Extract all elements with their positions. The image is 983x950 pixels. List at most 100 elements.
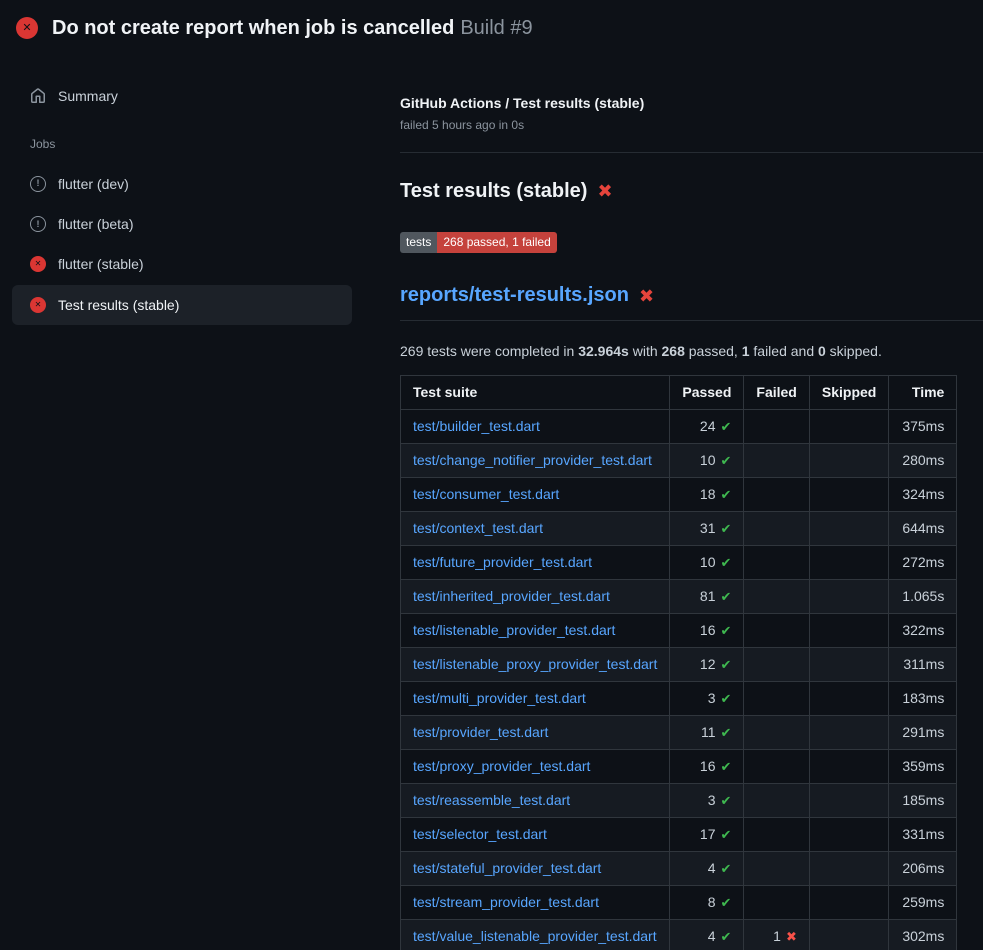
build-header: ✕ Do not create report when job is cance… [0, 0, 983, 56]
tests-badge: tests 268 passed, 1 failed [400, 232, 557, 254]
failed-cell [744, 749, 809, 783]
test-suite-link[interactable]: test/selector_test.dart [413, 826, 547, 842]
failed-cell [744, 613, 809, 647]
skipped-cell [809, 919, 888, 950]
passed-cell: 10 ✔ [670, 443, 744, 477]
test-suite-link[interactable]: test/listenable_proxy_provider_test.dart [413, 656, 657, 672]
time-cell: 185ms [889, 783, 957, 817]
check-icon: ✔ [721, 725, 732, 740]
test-suite-link[interactable]: test/inherited_provider_test.dart [413, 588, 610, 604]
breadcrumb: GitHub Actions / Test results (stable) [400, 93, 983, 113]
passed-count: 11 [701, 724, 716, 740]
test-suite-link[interactable]: test/multi_provider_test.dart [413, 690, 586, 706]
passed-count: 3 [708, 690, 716, 706]
test-suite-link[interactable]: test/consumer_test.dart [413, 486, 559, 502]
summary-text: 0 [818, 343, 826, 359]
table-row: test/stream_provider_test.dart8✔259ms [401, 885, 957, 919]
passed-cell: 3✔ [670, 681, 744, 715]
passed-cell: 4✔ [670, 919, 744, 950]
jobs-list: !flutter (dev)!flutter (beta)✕flutter (s… [12, 164, 352, 325]
skipped-cell [809, 885, 888, 919]
test-suite-link[interactable]: test/value_listenable_provider_test.dart [413, 928, 657, 944]
check-icon: ✔ [721, 521, 732, 536]
test-suite-link[interactable]: test/change_notifier_provider_test.dart [413, 452, 652, 468]
summary-text: 1 [742, 343, 750, 359]
column-header-skipped: Skipped [809, 375, 888, 409]
check-icon: ✔ [721, 759, 732, 774]
suite-cell: test/stream_provider_test.dart [401, 885, 670, 919]
skipped-cell [809, 477, 888, 511]
failed-cell [744, 443, 809, 477]
passed-count: 12 [700, 656, 716, 672]
test-suite-link[interactable]: test/provider_test.dart [413, 724, 548, 740]
check-icon: ✔ [721, 691, 732, 706]
suite-cell: test/listenable_proxy_provider_test.dart [401, 647, 670, 681]
passed-cell: 3✔ [670, 783, 744, 817]
skipped-cell [809, 511, 888, 545]
badge-label: tests [400, 232, 437, 254]
table-row: test/builder_test.dart24✔375ms [401, 409, 957, 443]
time-cell: 331ms [889, 817, 957, 851]
failed-cell [744, 579, 809, 613]
check-icon: ✔ [721, 555, 732, 570]
failed-x-icon: ✖ [639, 287, 654, 305]
time-cell: 375ms [889, 409, 957, 443]
home-icon [30, 88, 46, 104]
failed-cell [744, 647, 809, 681]
skipped-cell [809, 443, 888, 477]
failed-cell [744, 477, 809, 511]
skipped-cell [809, 681, 888, 715]
test-suite-link[interactable]: test/stream_provider_test.dart [413, 894, 599, 910]
failed-cell [744, 545, 809, 579]
skipped-cell [809, 817, 888, 851]
test-suite-link[interactable]: test/future_provider_test.dart [413, 554, 592, 570]
test-suite-link[interactable]: test/stateful_provider_test.dart [413, 860, 601, 876]
time-cell: 272ms [889, 545, 957, 579]
passed-cell: 12✔ [670, 647, 744, 681]
passed-count: 24 [700, 418, 716, 434]
passed-count: 18 [700, 486, 716, 502]
table-row: test/multi_provider_test.dart3✔183ms [401, 681, 957, 715]
skipped-cell [809, 715, 888, 749]
build-title: Do not create report when job is cancell… [52, 17, 454, 39]
passed-count: 17 [700, 826, 716, 842]
time-cell: 322ms [889, 613, 957, 647]
sidebar-item-summary[interactable]: Summary [12, 80, 352, 112]
test-suite-link[interactable]: test/proxy_provider_test.dart [413, 758, 590, 774]
sidebar-item-job[interactable]: !flutter (beta) [12, 204, 352, 244]
table-row: test/change_notifier_provider_test.dart 1… [401, 443, 957, 477]
section-title: Test results (stable)✖ [400, 177, 983, 206]
check-icon: ✔ [721, 861, 732, 876]
skipped-cell [809, 409, 888, 443]
job-label: flutter (stable) [58, 254, 144, 274]
suite-cell: test/context_test.dart [401, 511, 670, 545]
report-link[interactable]: reports/test-results.json [400, 281, 629, 310]
sidebar-item-job[interactable]: ✕flutter (stable) [12, 244, 352, 284]
passed-count: 4 [708, 928, 716, 944]
skipped-cell [809, 783, 888, 817]
sidebar-item-job[interactable]: ✕Test results (stable) [12, 285, 352, 325]
sidebar-item-job[interactable]: !flutter (dev) [12, 164, 352, 204]
test-suite-link[interactable]: test/listenable_provider_test.dart [413, 622, 615, 638]
summary-text: with [629, 343, 662, 359]
passed-count: 10 [700, 452, 716, 468]
test-suite-link[interactable]: test/reassemble_test.dart [413, 792, 570, 808]
passed-cell: 16✔ [670, 749, 744, 783]
summary-text: 269 tests were completed in [400, 343, 578, 359]
column-header-suite: Test suite [401, 375, 670, 409]
test-suite-link[interactable]: test/builder_test.dart [413, 418, 540, 434]
passed-cell: 11 ✔ [670, 715, 744, 749]
job-label: flutter (dev) [58, 174, 129, 194]
passed-count: 3 [708, 792, 716, 808]
time-cell: 644ms [889, 511, 957, 545]
check-icon: ✔ [721, 453, 732, 468]
suite-cell: test/builder_test.dart [401, 409, 670, 443]
test-suite-link[interactable]: test/context_test.dart [413, 520, 543, 536]
check-icon: ✔ [721, 929, 732, 944]
jobs-section-label: Jobs [30, 136, 352, 153]
column-header-passed: Passed [670, 375, 744, 409]
failed-status-icon: ✕ [16, 17, 38, 39]
check-icon: ✔ [721, 589, 732, 604]
check-icon: ✔ [721, 623, 732, 638]
table-row: test/reassemble_test.dart 3✔ 185ms [401, 783, 957, 817]
